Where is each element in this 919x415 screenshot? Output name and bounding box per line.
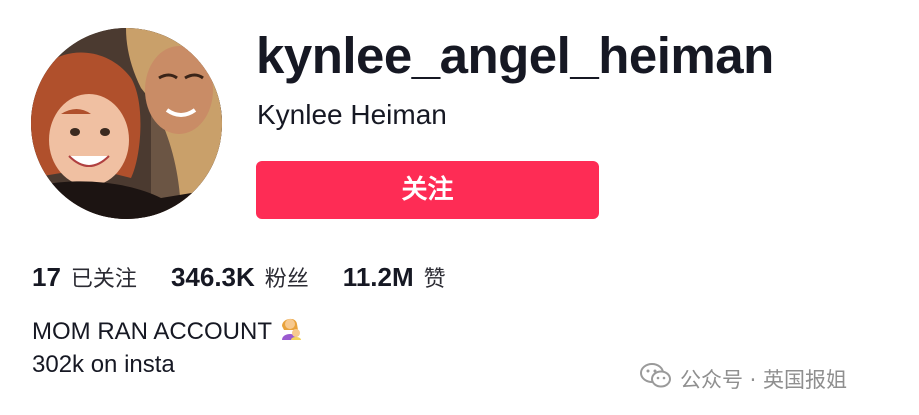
following-count: 17 xyxy=(32,261,61,292)
woman-with-baby-emoji-icon xyxy=(278,314,304,349)
nickname: Kynlee Heiman xyxy=(257,99,447,130)
following-label: 已关注 xyxy=(70,267,137,292)
profile-page: kynlee_angel_heiman Kynlee Heiman 关注 17 … xyxy=(0,0,919,415)
watermark: 公众号 · 英国报姐 xyxy=(640,362,847,395)
bio-line-1: MOM RAN ACCOUNT xyxy=(32,314,304,349)
avatar[interactable] xyxy=(31,28,222,219)
username: kynlee_angel_heiman xyxy=(256,27,774,84)
bio-line-2: 302k on insta xyxy=(32,349,304,381)
likes-label: 赞 xyxy=(423,267,446,292)
bio-text-2: 302k on insta xyxy=(32,351,175,378)
followers-count: 346.3K xyxy=(170,261,255,292)
followers-label: 粉丝 xyxy=(264,267,309,292)
stat-followers[interactable]: 346.3K 粉丝 xyxy=(171,261,309,293)
follow-button[interactable]: 关注 xyxy=(256,161,599,219)
watermark-text: 公众号 · 英国报姐 xyxy=(680,367,848,392)
bio-text-1: MOM RAN ACCOUNT xyxy=(32,317,272,345)
wechat-icon xyxy=(640,362,672,395)
stat-following[interactable]: 17 已关注 xyxy=(32,261,137,293)
likes-count: 11.2M xyxy=(342,261,414,292)
stat-likes: 11.2M 赞 xyxy=(343,261,446,293)
stats-row: 17 已关注 346.3K 粉丝 11.2M 赞 xyxy=(32,259,480,295)
bio: MOM RAN ACCOUNT 302k on insta xyxy=(32,314,304,381)
